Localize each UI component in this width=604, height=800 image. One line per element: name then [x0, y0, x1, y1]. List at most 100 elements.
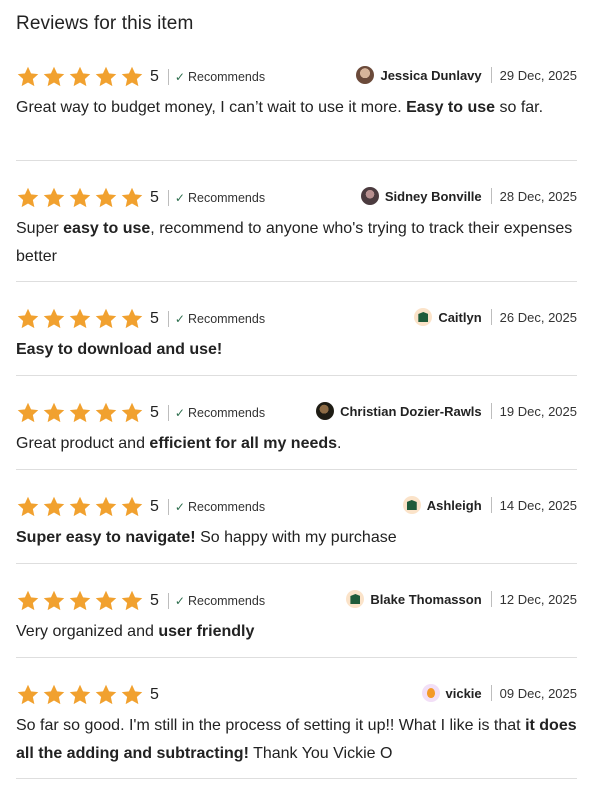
recommends-badge: ✓ Recommends [175, 594, 265, 608]
recommends-badge: ✓ Recommends [175, 406, 265, 420]
rating-value: 5 [150, 189, 159, 206]
recommends-badge: ✓ Recommends [175, 312, 265, 326]
rating-value: 5 [150, 498, 159, 515]
review-text: Easy to download and use! [16, 336, 577, 364]
star-icon [68, 65, 93, 89]
divider [167, 405, 169, 421]
review-text: Super easy to use, recommend to anyone w… [16, 215, 577, 271]
review-text-highlight: Easy to download and use! [16, 341, 223, 358]
star-icon [120, 65, 145, 89]
star-rating [16, 495, 145, 519]
review-text-segment: Very organized and [16, 623, 159, 640]
check-icon: ✓ [174, 191, 185, 205]
avatar[interactable] [402, 496, 421, 514]
author-name-link[interactable]: Christian Dozier-Rawls [340, 404, 482, 419]
review-text-highlight: Super easy to navigate! [16, 529, 196, 546]
star-icon [16, 65, 41, 89]
star-icon [120, 589, 145, 613]
recommends-badge: ✓ Recommends [175, 500, 265, 514]
divider [167, 311, 169, 327]
star-rating [16, 683, 145, 707]
review-text: Very organized and user friendly [16, 618, 577, 646]
review-text-segment: So happy with my purchase [195, 529, 397, 546]
star-icon [16, 307, 41, 331]
star-icon [42, 186, 67, 210]
divider [490, 67, 492, 83]
star-icon [42, 589, 67, 613]
review-item: 5 ✓ Recommends Christian Dozier-Rawls 19 Dec… [16, 400, 577, 470]
check-icon: ✓ [174, 312, 185, 326]
rating-value: 5 [150, 310, 159, 327]
review-date: 19 Dec, 2025 [499, 403, 577, 419]
recommends-label: Recommends [187, 406, 266, 420]
avatar[interactable] [421, 684, 440, 702]
recommends-label: Recommends [187, 191, 266, 205]
star-icon [42, 65, 67, 89]
review-author: Blake Thomasson 12 Dec, 2025 [346, 588, 577, 610]
star-icon [120, 307, 145, 331]
star-icon [16, 495, 41, 519]
review-text-highlight: user friendly [158, 623, 255, 640]
check-icon: ✓ [174, 70, 185, 84]
review-author: Ashleigh 14 Dec, 2025 [402, 494, 577, 516]
review-author: Sidney Bonville 28 Dec, 2025 [360, 185, 577, 207]
review-text-segment: . [337, 435, 342, 452]
divider [490, 497, 492, 513]
review-text: Super easy to navigate! So happy with my… [16, 524, 577, 552]
review-text: So far so good. I'm still in the process… [16, 712, 577, 768]
divider [490, 591, 492, 607]
review-text-highlight: easy to use [63, 220, 151, 237]
divider [490, 309, 492, 325]
avatar[interactable] [414, 308, 433, 326]
author-name-link[interactable]: Ashleigh [427, 498, 482, 513]
avatar[interactable] [346, 590, 365, 608]
star-rating [16, 401, 145, 425]
recommends-label: Recommends [187, 312, 266, 326]
star-rating [16, 186, 145, 210]
avatar[interactable] [360, 187, 379, 205]
rating-value: 5 [150, 686, 159, 703]
avatar[interactable] [316, 402, 335, 420]
star-icon [94, 683, 119, 707]
author-name-link[interactable]: Caitlyn [438, 310, 481, 325]
recommends-label: Recommends [187, 70, 266, 84]
star-icon [120, 401, 145, 425]
star-icon [68, 186, 93, 210]
review-author: vickie 09 Dec, 2025 [421, 682, 577, 704]
avatar[interactable] [356, 66, 375, 84]
author-name-link[interactable]: vickie [446, 686, 482, 701]
review-author: Jessica Dunlavy 29 Dec, 2025 [356, 64, 577, 86]
review-text-highlight: Easy to use [406, 99, 496, 116]
review-text: Great way to budget money, I can’t wait … [16, 94, 577, 122]
review-item: 5 ✓ Recommends Caitlyn 26 Dec, 2025 Easy to d… [16, 306, 577, 376]
review-date: 29 Dec, 2025 [499, 67, 577, 83]
recommends-label: Recommends [187, 500, 266, 514]
star-rating [16, 307, 145, 331]
star-icon [94, 65, 119, 89]
recommends-badge: ✓ Recommends [175, 70, 265, 84]
star-icon [42, 307, 67, 331]
review-date: 14 Dec, 2025 [499, 497, 577, 513]
star-icon [42, 401, 67, 425]
star-icon [94, 589, 119, 613]
rating-value: 5 [150, 68, 159, 85]
review-item: 5 ✓ Recommends Ashleigh 14 Dec, 2025 Super ea… [16, 494, 577, 564]
star-icon [68, 401, 93, 425]
review-text-segment: Super [16, 220, 64, 237]
author-name-link[interactable]: Jessica Dunlavy [380, 68, 481, 83]
review-list: 5 ✓ Recommends Jessica Dunlavy 29 Dec, 2025 G… [16, 64, 577, 779]
author-name-link[interactable]: Blake Thomasson [370, 592, 481, 607]
star-icon [94, 401, 119, 425]
review-date: 26 Dec, 2025 [499, 309, 577, 325]
review-text-segment: Great way to budget money, I can’t wait … [16, 99, 407, 116]
divider [490, 685, 492, 701]
author-name-link[interactable]: Sidney Bonville [385, 189, 482, 204]
star-icon [42, 495, 67, 519]
check-icon: ✓ [174, 594, 185, 608]
star-icon [68, 495, 93, 519]
review-text-highlight: efficient for all my needs [149, 435, 338, 452]
check-icon: ✓ [174, 406, 185, 420]
star-rating [16, 589, 145, 613]
star-rating [16, 65, 145, 89]
reviews-section: Reviews for this item 5 ✓ Recommends Jessic… [0, 0, 604, 779]
